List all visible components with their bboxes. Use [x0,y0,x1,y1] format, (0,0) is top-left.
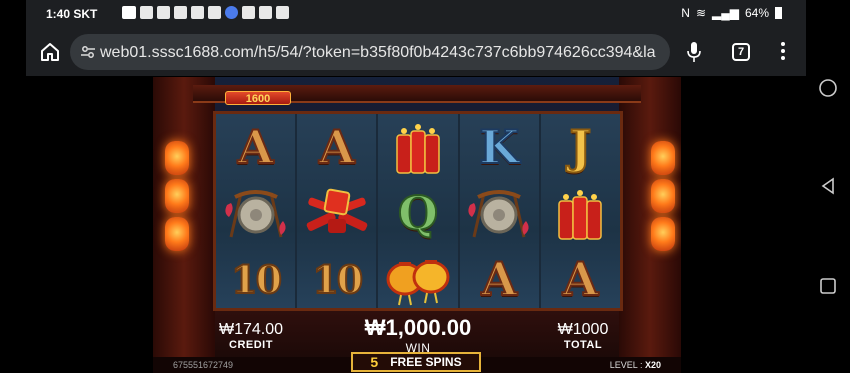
game-id: 675551672749 [173,360,234,370]
reel-grid: A 10 A 10 Q K A J A [213,111,623,311]
carrier-text: SKT [73,7,98,21]
symbol-a: A [562,251,600,307]
win-display: ₩1,000.00 WIN [333,315,503,355]
total-bet-display[interactable]: ₩1000 TOTAL [533,321,633,351]
more-menu-icon[interactable] [780,42,786,62]
back-triangle-icon[interactable] [818,176,838,196]
symbol-cell: A [541,246,620,312]
phone-screen: 1:40 SKT N ≋ ▂▄▆ 64% web01.sssc1688.com/… [0,0,850,373]
browser-toolbar: web01.sssc1688.com/h5/54/?token=b35f80f0… [26,28,806,76]
win-value: ₩1,000.00 [364,315,472,340]
app-icon [225,6,238,19]
symbol-10: 10 [230,256,283,303]
lantern-icon [651,217,675,251]
lantern-icon [165,141,189,175]
symbol-cell [541,180,620,246]
battery-percent: 64% [744,6,769,20]
youtube-icon [122,6,136,19]
gong-icon [468,190,529,238]
symbol-cell: 10 [297,246,376,312]
credit-value: ₩174.00 [218,321,284,338]
notification-icons [122,6,289,19]
symbol-a: A [318,119,356,175]
firecracker-bundle-icon [306,188,368,233]
home-icon[interactable] [38,40,62,64]
firecrackers-icon [558,190,603,240]
url-text[interactable]: web01.sssc1688.com/h5/54/?token=b35f80f0… [100,44,666,62]
status-bar: 1:40 SKT N ≋ ▂▄▆ 64% [26,0,806,28]
credit-display: ₩174.00 CREDIT [201,321,301,351]
clock: 1:40 SKT [46,7,97,21]
symbol-k: K [478,119,520,175]
symbol-cell: Q [378,180,457,246]
signal-icon: ▂▄▆ [712,6,739,20]
symbol-a: A [480,251,518,307]
system-status: N ≋ ▂▄▆ 64% [681,6,782,20]
site-settings-icon[interactable] [80,44,96,60]
reel-5: J A [540,114,621,308]
address-bar[interactable]: web01.sssc1688.com/h5/54/?token=b35f80f0… [70,34,670,70]
lantern-icon [165,179,189,213]
time-text: 1:40 [46,7,71,21]
symbol-q: Q [397,185,439,241]
symbol-cell: 10 [216,246,295,312]
free-spins-counter: 5 FREE SPINS [351,352,481,372]
level-value: X20 [644,360,661,370]
level-indicator: LEVEL : X20 [610,360,661,370]
app-icon [191,6,204,19]
slot-game-canvas[interactable]: 1600 A 10 A 10 Q K A J A ₩174.00 CREDIT … [153,77,681,373]
symbol-cell [378,114,457,180]
symbol-cell: A [297,114,376,180]
lanterns-icon [386,260,450,306]
reel-4: K A [459,114,539,308]
symbol-cell: K [460,114,539,180]
system-nav-bar [806,0,850,373]
symbol-10: 10 [311,256,364,303]
app-icon [276,6,289,19]
symbol-cell: J [541,114,620,180]
lantern-icon [165,217,189,251]
tab-switcher-button[interactable]: 7 [732,43,750,61]
app-icon [174,6,187,19]
recents-square-icon[interactable] [818,276,838,296]
jackpot-meter: 1600 [225,91,291,105]
app-icon [242,6,255,19]
battery-icon [775,7,782,19]
reel-3: Q [378,114,458,308]
total-label: TOTAL [563,339,603,351]
nfc-icon: N [681,6,690,20]
credit-label: CREDIT [229,339,273,351]
gong-icon [224,190,286,238]
app-icon [259,6,272,19]
free-spins-count: 5 [370,354,379,370]
symbol-cell: A [460,246,539,312]
free-spins-label: FREE SPINS [390,355,462,369]
symbol-cell: A [216,114,295,180]
app-icon [208,6,221,19]
game-footer: 675551672749 5 FREE SPINS LEVEL : X20 [153,352,681,373]
symbol-a: A [237,119,275,175]
symbol-cell [297,180,376,246]
reel-1: A 10 [216,114,296,308]
home-circle-icon[interactable] [818,78,838,98]
app-icon [140,6,153,19]
symbol-cell [216,180,295,246]
lantern-icon [651,179,675,213]
lantern-icon [651,141,675,175]
level-label: LEVEL : [609,360,643,370]
reel-2: A 10 [297,114,377,308]
symbol-cell [378,246,457,312]
symbol-j: J [569,119,593,175]
symbol-cell [460,180,539,246]
chat-icon [157,6,170,19]
microphone-icon[interactable] [686,41,702,63]
firecrackers-icon [396,124,440,174]
wifi-icon: ≋ [695,6,706,20]
total-value[interactable]: ₩1000 [533,321,633,339]
